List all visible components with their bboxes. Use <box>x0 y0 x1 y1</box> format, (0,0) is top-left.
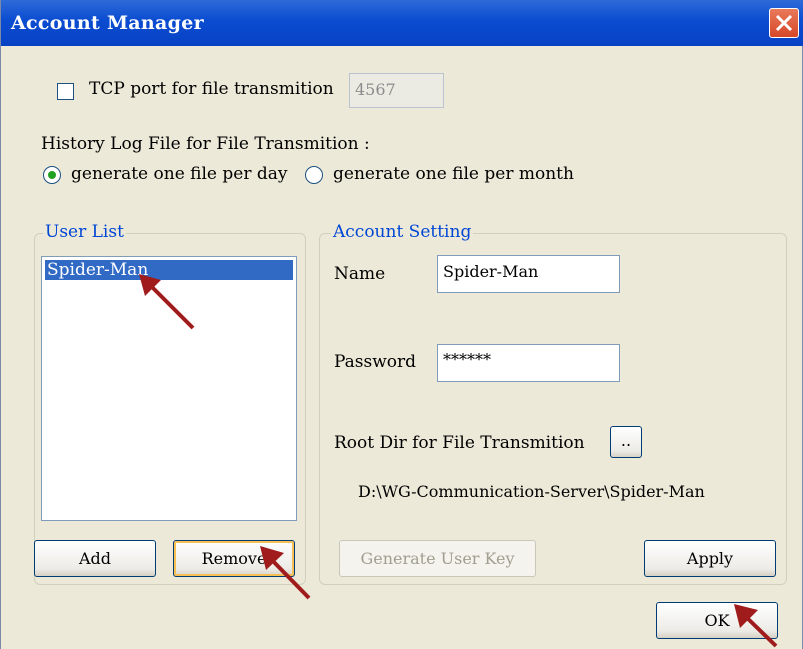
name-input[interactable]: Spider-Man <box>437 255 620 293</box>
radio-one-file-per-day[interactable] <box>43 166 61 184</box>
account-setting-legend: Account Setting <box>331 222 474 242</box>
apply-button[interactable]: Apply <box>644 540 776 577</box>
account-manager-window: Account Manager TCP port for file transm… <box>0 0 803 649</box>
annotation-arrow-icon <box>260 546 311 600</box>
user-list-legend: User List <box>43 222 126 242</box>
root-dir-path: D:\WG-Communication-Server\Spider-Man <box>358 482 705 501</box>
password-input[interactable]: ****** <box>437 344 620 382</box>
tcp-port-input[interactable]: 4567 <box>349 73 444 108</box>
annotation-arrow-icon <box>734 604 778 648</box>
title-bar[interactable]: Account Manager <box>1 0 803 46</box>
generate-user-key-button[interactable]: Generate User Key <box>339 540 536 577</box>
password-label: Password <box>334 352 417 372</box>
radio-one-file-per-month-label[interactable]: generate one file per month <box>333 164 574 184</box>
history-log-label: History Log File for File Transmition : <box>41 134 370 154</box>
radio-one-file-per-day-label[interactable]: generate one file per day <box>71 164 288 184</box>
window-title: Account Manager <box>11 12 204 34</box>
name-label: Name <box>334 264 386 284</box>
radio-one-file-per-month[interactable] <box>305 166 323 184</box>
tcp-port-label: TCP port for file transmition <box>89 79 334 99</box>
annotation-arrow-icon <box>139 274 195 330</box>
close-button[interactable] <box>769 8 799 38</box>
add-user-button[interactable]: Add <box>34 540 156 577</box>
browse-button[interactable]: .. <box>610 426 642 458</box>
radio-selected-dot <box>48 171 56 179</box>
close-icon <box>775 14 793 32</box>
root-dir-label: Root Dir for File Transmition <box>334 433 585 453</box>
tcp-port-checkbox[interactable] <box>57 83 74 100</box>
